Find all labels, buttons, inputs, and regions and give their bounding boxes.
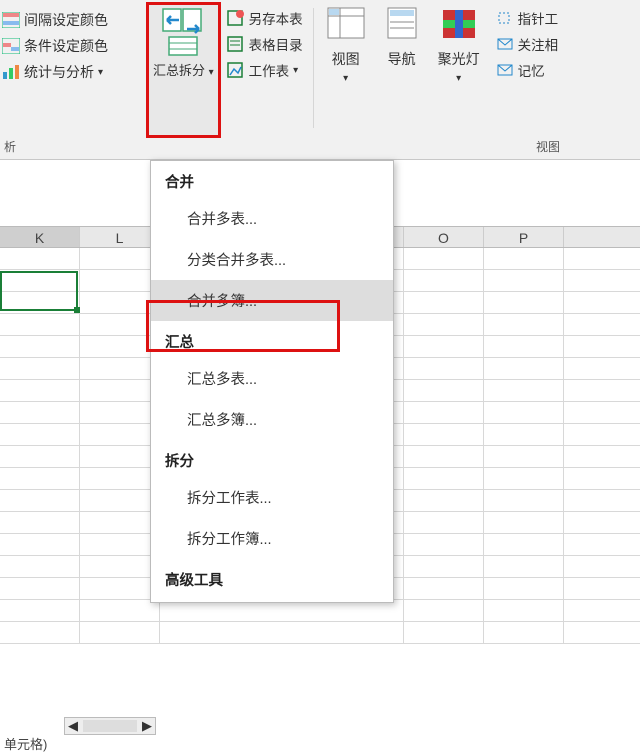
ribbon-right-group: 指针工 关注相 记忆 xyxy=(488,0,565,159)
ribbon-item-label: 导航 xyxy=(388,51,416,68)
grid-color-icon xyxy=(2,12,20,28)
table-toc-icon xyxy=(227,36,245,52)
ribbon-spotlight-button[interactable]: 聚光灯 ▾ xyxy=(430,0,488,159)
worksheet-icon xyxy=(227,62,245,78)
menu-section-advanced: 高级工具 xyxy=(151,559,393,596)
menu-item-classify-merge[interactable]: 分类合并多表... xyxy=(151,239,393,280)
mail-icon xyxy=(496,62,514,78)
ribbon-item-label: 间隔设定颜色 xyxy=(24,10,108,30)
separator xyxy=(313,8,314,128)
scroll-right-icon[interactable]: ▶ xyxy=(139,718,155,734)
column-header[interactable]: O xyxy=(404,227,484,247)
menu-item-summary-sheets[interactable]: 汇总多表... xyxy=(151,358,393,399)
grid-color-icon xyxy=(2,38,20,54)
ribbon-mid-group: 另存本表 表格目录 工作表 ▾ xyxy=(221,0,309,159)
ribbon-item-label: 记忆 xyxy=(518,60,545,80)
ribbon-item-stats[interactable]: 统计与分析 ▾ xyxy=(2,62,134,82)
ribbon: 间隔设定颜色 条件设定颜色 统计与分析 ▾ 汇总拆分 ▾ xyxy=(0,0,640,160)
ribbon-item-worksheet[interactable]: 工作表 ▾ xyxy=(227,60,303,80)
scroll-left-icon[interactable]: ◀ xyxy=(65,718,81,734)
nav-icon xyxy=(382,6,422,47)
pointer-icon xyxy=(496,10,514,26)
view-icon xyxy=(326,6,366,47)
ribbon-item-label: 视图 xyxy=(332,51,360,67)
save-sheet-icon xyxy=(227,10,245,26)
spotlight-icon xyxy=(439,6,479,47)
scroll-track[interactable] xyxy=(83,720,137,732)
ribbon-item-memory[interactable]: 记忆 xyxy=(496,60,559,80)
ribbon-item-label: 聚光灯 xyxy=(438,51,480,67)
ribbon-item-label: 表格目录 xyxy=(249,34,303,54)
ribbon-item-follow[interactable]: 关注相 xyxy=(496,34,559,54)
ribbon-item-label: 条件设定颜色 xyxy=(24,36,108,56)
mail-icon xyxy=(496,36,514,52)
ribbon-item-label: 工作表 xyxy=(249,60,290,80)
menu-item-merge-workbooks[interactable]: 合并多簿... xyxy=(151,280,393,321)
menu-item-split-sheet[interactable]: 拆分工作表... xyxy=(151,477,393,518)
menu-section-split: 拆分 xyxy=(151,440,393,477)
ribbon-left-group: 间隔设定颜色 条件设定颜色 统计与分析 ▾ xyxy=(0,0,140,159)
chevron-down-icon: ▾ xyxy=(343,73,348,84)
menu-item-summary-workbooks[interactable]: 汇总多簿... xyxy=(151,399,393,440)
ribbon-item-label: 关注相 xyxy=(518,34,559,54)
chevron-down-icon: ▾ xyxy=(209,67,214,78)
ribbon-nav-button[interactable]: 导航 xyxy=(374,0,430,159)
summary-split-icon xyxy=(161,7,205,60)
ribbon-item-label: 指针工 xyxy=(518,8,559,28)
summary-split-menu: 合并 合并多表... 分类合并多表... 合并多簿... 汇总 汇总多表... … xyxy=(150,160,394,603)
menu-section-summary: 汇总 xyxy=(151,321,393,358)
menu-item-split-workbook[interactable]: 拆分工作簿... xyxy=(151,518,393,559)
ribbon-item-pointer[interactable]: 指针工 xyxy=(496,8,559,28)
column-header[interactable]: L xyxy=(80,227,160,247)
column-header[interactable]: P xyxy=(484,227,564,247)
ribbon-item-label: 统计与分析 xyxy=(24,62,94,82)
ribbon-item-interval-color[interactable]: 间隔设定颜色 xyxy=(2,10,134,30)
menu-item-merge-sheets[interactable]: 合并多表... xyxy=(151,198,393,239)
menu-section-merge: 合并 xyxy=(151,161,393,198)
status-bar-text: 单元格) xyxy=(0,732,51,755)
ribbon-item-label: 另存本表 xyxy=(249,8,303,28)
summary-split-label: 汇总拆分 ▾ xyxy=(153,60,214,79)
chevron-down-icon: ▾ xyxy=(293,65,298,76)
ribbon-group-label: 视图 xyxy=(536,138,560,155)
ribbon-item-cond-color[interactable]: 条件设定颜色 xyxy=(2,36,134,56)
chart-icon xyxy=(2,64,20,80)
ribbon-item-saveas-sheet[interactable]: 另存本表 xyxy=(227,8,303,28)
column-header[interactable]: K xyxy=(0,227,80,247)
ribbon-group-label: 析 xyxy=(4,138,16,155)
chevron-down-icon: ▾ xyxy=(456,73,461,84)
horizontal-scrollbar[interactable]: ◀ ▶ xyxy=(64,717,156,735)
chevron-down-icon: ▾ xyxy=(98,67,103,78)
summary-split-button[interactable]: 汇总拆分 ▾ xyxy=(146,2,221,138)
ribbon-item-table-toc[interactable]: 表格目录 xyxy=(227,34,303,54)
ribbon-view-button[interactable]: 视图 ▾ xyxy=(318,0,374,159)
